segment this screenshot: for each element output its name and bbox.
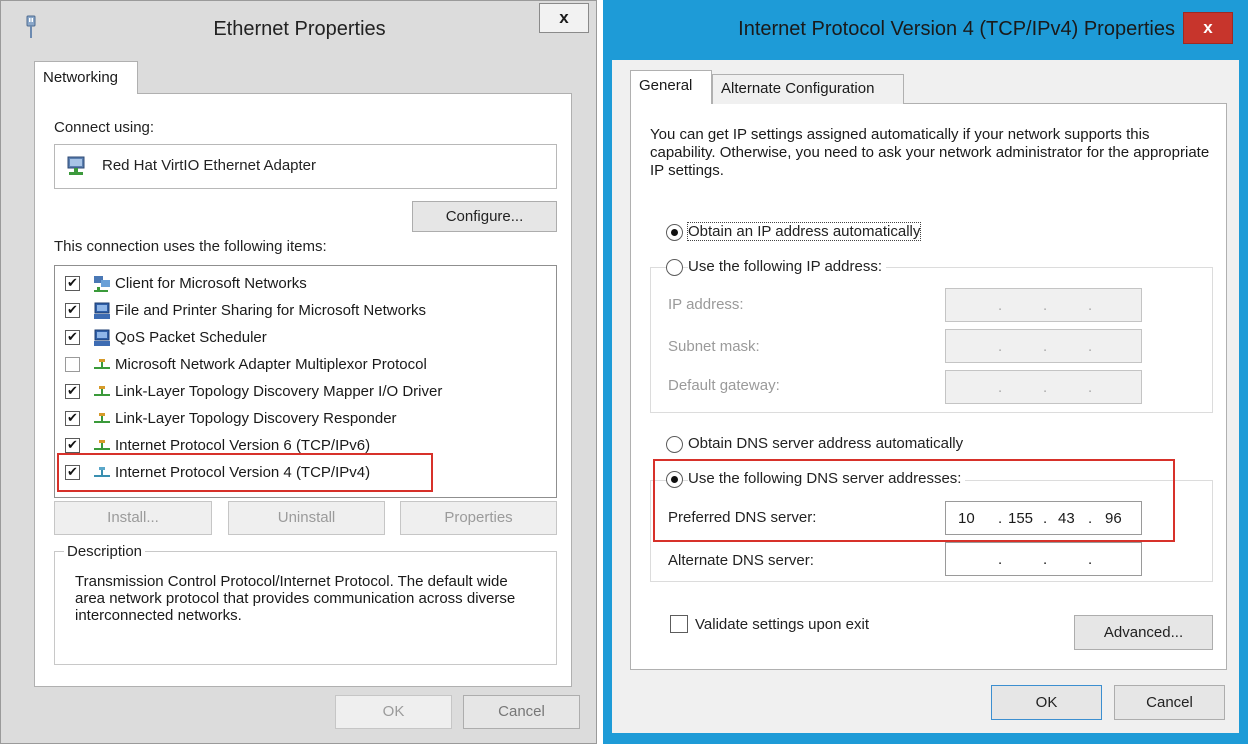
protocol-icon [94, 359, 110, 369]
item-checkbox[interactable]: ✔ [65, 303, 80, 318]
obtain-ip-auto-radio[interactable] [666, 224, 683, 241]
default-gateway-label: Default gateway: [668, 377, 780, 394]
default-gateway-field[interactable]: ... [945, 370, 1142, 404]
ok-button[interactable]: OK [991, 685, 1102, 720]
octet-separator: . [1043, 338, 1048, 355]
item-label: Internet Protocol Version 6 (TCP/IPv6) [115, 437, 371, 454]
description-text: Transmission Control Protocol/Internet P… [75, 573, 516, 624]
octet-separator: . [1088, 379, 1093, 396]
uninstall-button[interactable]: Uninstall [228, 501, 385, 535]
item-label: QoS Packet Scheduler [115, 329, 267, 346]
validate-checkbox[interactable] [670, 615, 688, 633]
use-following-ip-label[interactable]: Use the following IP address: [688, 258, 886, 275]
intro-text: You can get IP settings assigned automat… [650, 126, 1210, 179]
item-label: Link-Layer Topology Discovery Mapper I/O… [115, 383, 443, 400]
alternate-dns-field[interactable]: ... [945, 542, 1142, 576]
octet-separator: . [1088, 551, 1093, 568]
items-heading: This connection uses the following items… [54, 238, 327, 255]
tab-networking[interactable]: Networking [34, 61, 138, 94]
item-checkbox[interactable]: ✔ [65, 384, 80, 399]
use-following-ip-radio[interactable] [666, 259, 683, 276]
alternate-dns-label: Alternate DNS server: [668, 552, 814, 569]
adapter-field: Red Hat VirtIO Ethernet Adapter [54, 144, 557, 189]
dialog-title: Internet Protocol Version 4 (TCP/IPv4) P… [738, 18, 1175, 40]
protocol-icon [94, 413, 110, 423]
tab-general[interactable]: General [630, 70, 712, 104]
computer-service-icon [94, 302, 110, 319]
cancel-button[interactable]: Cancel [463, 695, 580, 729]
dialog-title: Ethernet Properties [213, 18, 386, 40]
item-label: Microsoft Network Adapter Multiplexor Pr… [115, 356, 427, 373]
obtain-dns-auto-radio[interactable] [666, 436, 683, 453]
item-checkbox[interactable]: ✔ [65, 330, 80, 345]
octet-separator: . [1043, 297, 1048, 314]
item-checkbox[interactable] [65, 357, 80, 372]
highlight-box [57, 453, 433, 492]
ip-address-field[interactable]: ... [945, 288, 1142, 322]
item-label: Client for Microsoft Networks [115, 275, 307, 292]
obtain-ip-auto-label[interactable]: Obtain an IP address automatically [686, 222, 922, 241]
obtain-dns-auto-label[interactable]: Obtain DNS server address automatically [688, 435, 963, 452]
ok-button[interactable]: OK [335, 695, 452, 729]
description-heading: Description [64, 543, 146, 560]
validate-label[interactable]: Validate settings upon exit [695, 616, 869, 633]
item-checkbox[interactable]: ✔ [65, 411, 80, 426]
configure-button[interactable]: Configure... [412, 201, 557, 232]
octet-separator: . [998, 338, 1003, 355]
octet-separator: . [1088, 297, 1093, 314]
item-checkbox[interactable]: ✔ [65, 276, 80, 291]
octet-separator: . [998, 551, 1003, 568]
highlight-box [653, 459, 1175, 542]
ipv4-properties-dialog: Internet Protocol Version 4 (TCP/IPv4) P… [603, 0, 1248, 744]
item-label: Link-Layer Topology Discovery Responder [115, 410, 397, 427]
advanced-button[interactable]: Advanced... [1074, 615, 1213, 650]
subnet-mask-label: Subnet mask: [668, 338, 760, 355]
close-button[interactable]: x [539, 3, 589, 33]
close-button[interactable]: x [1183, 12, 1233, 44]
dialog-body: General Alternate Configuration You can … [612, 60, 1239, 733]
connect-using-label: Connect using: [54, 119, 155, 136]
octet-separator: . [1043, 379, 1048, 396]
item-label: File and Printer Sharing for Microsoft N… [115, 302, 426, 319]
install-button[interactable]: Install... [54, 501, 212, 535]
adapter-name: Red Hat VirtIO Ethernet Adapter [102, 157, 317, 174]
protocol-icon [94, 386, 110, 396]
octet-separator: . [1088, 338, 1093, 355]
computer-service-icon [94, 329, 110, 346]
octet-separator: . [998, 379, 1003, 396]
item-checkbox[interactable]: ✔ [65, 438, 80, 453]
subnet-mask-field[interactable]: ... [945, 329, 1142, 363]
network-client-icon [94, 276, 110, 292]
cancel-button[interactable]: Cancel [1114, 685, 1225, 720]
ethernet-properties-dialog: Ethernet Properties x Networking Connect… [0, 0, 597, 744]
ip-address-label: IP address: [668, 296, 744, 313]
properties-button[interactable]: Properties [400, 501, 557, 535]
tab-alternate-configuration[interactable]: Alternate Configuration [712, 74, 904, 104]
network-adapter-icon [67, 156, 85, 175]
octet-separator: . [1043, 551, 1048, 568]
octet-separator: . [998, 297, 1003, 314]
